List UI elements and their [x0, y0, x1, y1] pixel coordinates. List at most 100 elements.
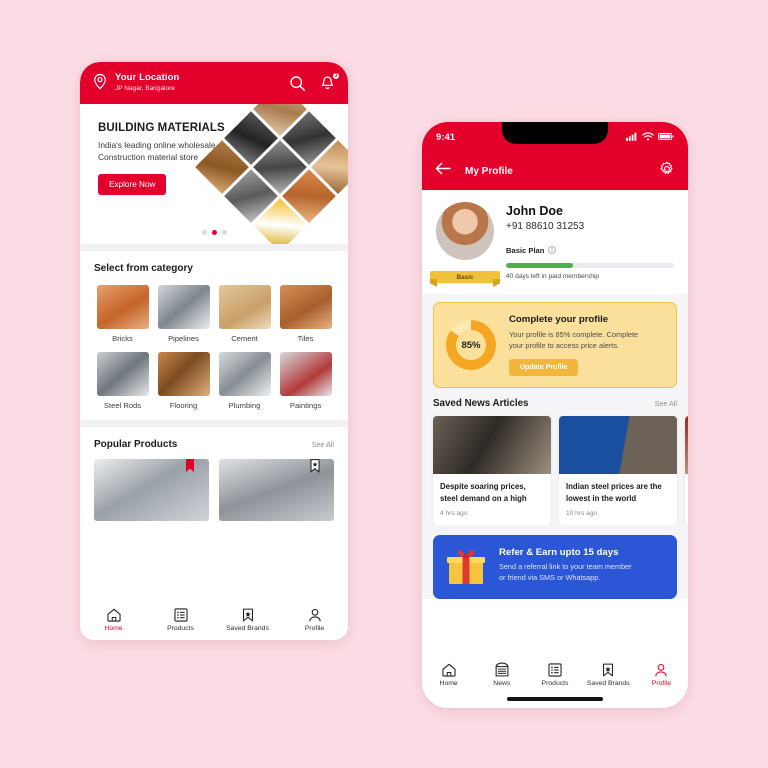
nav-label: Home	[104, 624, 123, 632]
status-bar: 9:41	[422, 122, 688, 152]
pipelines-image	[157, 285, 210, 329]
nav-item-saved-brands[interactable]: Saved Brands	[214, 607, 281, 632]
category-label: Paintings	[289, 401, 322, 410]
cement-image	[218, 285, 271, 329]
news-text: Indian steel prices are the lowest in th…	[559, 474, 677, 525]
nav-item-products[interactable]: Products	[147, 607, 214, 632]
category-item-flooring[interactable]: Flooring	[155, 352, 212, 410]
phone-mockup-home: Your Location JP Nagar, Bangalore 3 BUIL…	[80, 62, 348, 640]
carousel-dot[interactable]	[201, 230, 207, 235]
nav-label: Profile	[651, 680, 672, 687]
news-headline: Indian steel prices are the lowest in th…	[566, 481, 670, 504]
category-label: Bricks	[112, 334, 133, 343]
news-card[interactable]: Despite soaring prices, steel demand on …	[433, 416, 551, 525]
phone-mockup-profile: 9:41 My Profile Basic John Doe +91 88610…	[422, 122, 688, 708]
news-timestamp: 4 hrs ago	[440, 509, 468, 517]
nav-item-profile[interactable]: Profile	[281, 607, 348, 632]
news-section-title: Saved News Articles	[433, 398, 529, 410]
news-card[interactable]: India dele 10 hr	[685, 416, 688, 525]
product-card[interactable]	[94, 459, 209, 521]
profile-info: John Doe +91 88610 31253 Basic Plan 40 d…	[506, 202, 674, 280]
section-divider	[80, 244, 348, 251]
complete-card-desc: Your profile is 85% complete. Complete y…	[509, 329, 638, 351]
category-label: Cement	[231, 334, 258, 343]
nav-item-products[interactable]: Products	[528, 662, 581, 687]
category-label: Tiles	[297, 334, 314, 343]
gift-icon	[445, 547, 487, 585]
news-timestamp: 10 hrs ago	[566, 509, 598, 517]
screenshot-canvas: Your Location JP Nagar, Bangalore 3 BUIL…	[0, 0, 768, 768]
refer-desc-line2: or friend via SMS or Whatsapp.	[499, 573, 601, 583]
nav-item-home[interactable]: Home	[80, 607, 147, 632]
nav-label: Saved Brands	[586, 680, 630, 687]
bookmark-filled-icon[interactable]	[185, 459, 195, 473]
category-label: Pipelines	[168, 334, 199, 343]
news-card[interactable]: Indian steel prices are the lowest in th…	[559, 416, 677, 525]
news-headline-line2: lowest in the world	[566, 493, 637, 503]
refer-desc-line1: Send a referral link to your team member	[499, 562, 632, 572]
paintings-image	[279, 352, 332, 396]
tiles-image	[279, 285, 332, 329]
profile-card: Basic John Doe +91 88610 31253 Basic Pla…	[422, 190, 688, 294]
nav-item-saved-brands[interactable]: Saved Brands	[582, 662, 635, 687]
bricks-image	[96, 285, 149, 329]
profile-name: John Doe	[506, 204, 563, 218]
battery-icon	[658, 128, 674, 146]
category-title: Select from category	[94, 263, 193, 274]
update-profile-button[interactable]: Update Profile	[509, 359, 579, 377]
location-header: Your Location JP Nagar, Bangalore 3	[80, 62, 348, 104]
profile-phone: +91 88610 31253	[506, 221, 585, 232]
location-title: Your Location	[115, 72, 180, 84]
bookmark-star-outline-icon[interactable]	[310, 459, 320, 473]
notification-bell-icon[interactable]: 3	[319, 71, 340, 92]
page-title: My Profile	[465, 165, 513, 177]
nav-item-profile[interactable]: Profile	[635, 662, 688, 687]
nav-label: Profile	[304, 624, 325, 632]
explore-now-button[interactable]: Explore Now	[98, 174, 167, 196]
avatar-wrapper: Basic	[430, 202, 500, 283]
popular-products-header: Popular Products See All	[94, 439, 334, 450]
carousel-dot-active[interactable]	[211, 230, 217, 235]
plumbing-image	[218, 352, 271, 396]
flooring-image	[157, 352, 210, 396]
category-item-plumbing[interactable]: Plumbing	[216, 352, 273, 410]
category-item-pipelines[interactable]: Pipelines	[155, 285, 212, 343]
news-headline: Despite soaring prices, steel demand on …	[440, 481, 544, 504]
news-carousel[interactable]: Despite soaring prices, steel demand on …	[422, 409, 688, 525]
search-icon[interactable]	[289, 75, 306, 92]
category-item-steel-rods[interactable]: Steel Rods	[94, 352, 151, 410]
nav-label: Products	[541, 680, 569, 687]
category-item-paintings[interactable]: Paintings	[277, 352, 334, 410]
header-actions: 3	[289, 71, 340, 92]
complete-desc-line1: Your profile is 85% complete. Complete	[509, 330, 639, 339]
category-item-bricks[interactable]: Bricks	[94, 285, 151, 343]
notification-badge: 3	[332, 71, 340, 80]
news-see-all-link[interactable]: See All	[655, 399, 677, 408]
gear-icon[interactable]	[659, 161, 675, 182]
avatar	[436, 202, 494, 260]
category-item-tiles[interactable]: Tiles	[277, 285, 334, 343]
nav-item-news[interactable]: News	[475, 662, 528, 687]
popular-products-section: Popular Products See All	[80, 427, 348, 531]
info-icon[interactable]	[548, 241, 557, 259]
product-card[interactable]	[219, 459, 334, 521]
news-thumbnail	[433, 416, 551, 475]
category-item-cement[interactable]: Cement	[216, 285, 273, 343]
refer-title: Refer & Earn upto 15 days	[499, 547, 619, 559]
location-text-block[interactable]: Your Location JP Nagar, Bangalore	[115, 72, 289, 93]
membership-days-left: 40 days left in paid membership	[506, 273, 600, 280]
status-icons	[626, 128, 674, 146]
complete-card-title: Complete your profile	[509, 314, 609, 325]
back-arrow-icon[interactable]	[435, 161, 452, 181]
promo-banner[interactable]: BUILDING MATERIALS India's leading onlin…	[80, 104, 348, 244]
nav-item-home[interactable]: Home	[422, 662, 475, 687]
news-headline-line1: Despite soaring prices,	[440, 482, 526, 492]
product-grid	[94, 459, 334, 521]
refer-desc: Send a referral link to your team member…	[499, 562, 632, 584]
popular-see-all-link[interactable]: See All	[312, 440, 334, 449]
news-text: India dele 10 hr	[685, 474, 688, 525]
steel-rods-image	[96, 352, 149, 396]
carousel-dot[interactable]	[221, 230, 227, 235]
refer-earn-banner[interactable]: Refer & Earn upto 15 days Send a referra…	[433, 534, 677, 599]
complete-profile-card: 85% Complete your profile Your profile i…	[433, 302, 677, 389]
